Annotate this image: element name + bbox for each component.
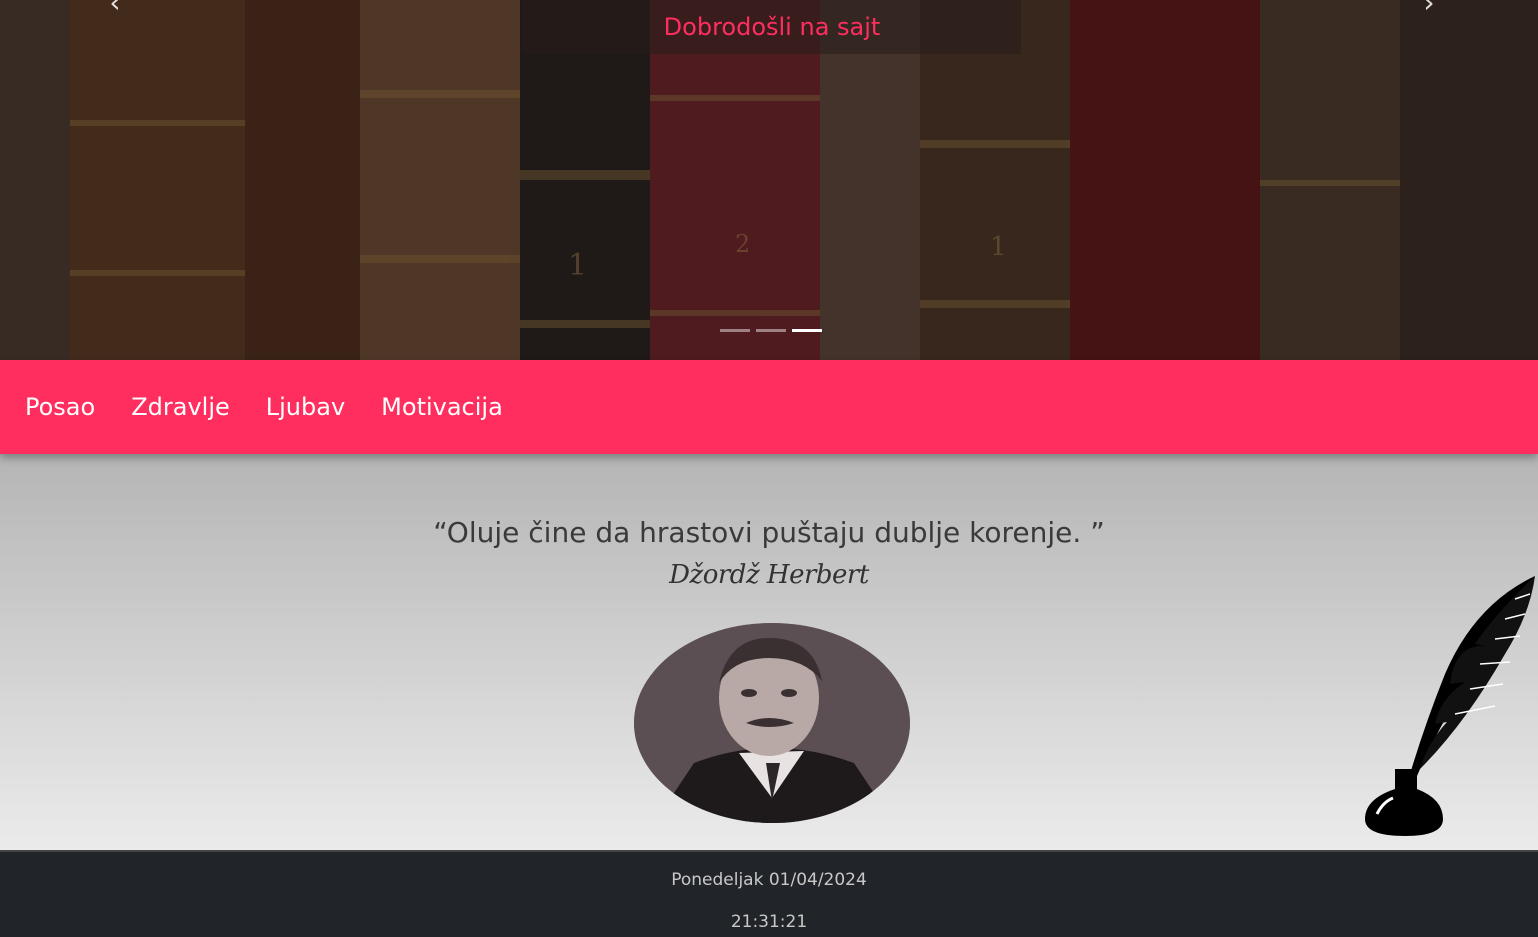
current-date: Ponedeljak 01/04/2024 xyxy=(671,870,867,890)
current-time: 21:31:21 xyxy=(730,912,808,932)
quote-section: “Oluje čine da hrastovi puštaju dublje k… xyxy=(0,454,1538,850)
carousel-indicator-3[interactable] xyxy=(792,329,822,332)
welcome-banner: Dobrodošli na sajt xyxy=(523,0,1021,54)
carousel-indicator-2[interactable] xyxy=(756,329,786,332)
nav-item-zdravlje[interactable]: Zdravlje xyxy=(131,393,230,421)
category-nav: Posao Zdravlje Ljubav Motivacija xyxy=(0,360,1538,454)
nav-item-posao[interactable]: Posao xyxy=(25,393,95,421)
nav-item-motivacija[interactable]: Motivacija xyxy=(381,393,503,421)
carousel-indicator-1[interactable] xyxy=(720,329,750,332)
quote-text: “Oluje čine da hrastovi puštaju dublje k… xyxy=(433,516,1105,549)
hero-carousel: 1 2 1 Dobrodošli na sajt ‹ › xyxy=(0,0,1538,360)
nav-item-ljubav[interactable]: Ljubav xyxy=(266,393,345,421)
chevron-left-icon[interactable]: ‹ xyxy=(102,0,128,17)
author-portrait xyxy=(634,623,910,823)
books-background-image: 1 2 1 xyxy=(0,0,1538,360)
carousel-indicators xyxy=(720,329,822,332)
quill-inkwell-icon xyxy=(1365,576,1535,836)
chevron-right-icon[interactable]: › xyxy=(1416,0,1442,17)
footer: Ponedeljak 01/04/2024 21:31:21 xyxy=(0,850,1538,937)
quote-author: Džordž Herbert xyxy=(669,560,869,590)
